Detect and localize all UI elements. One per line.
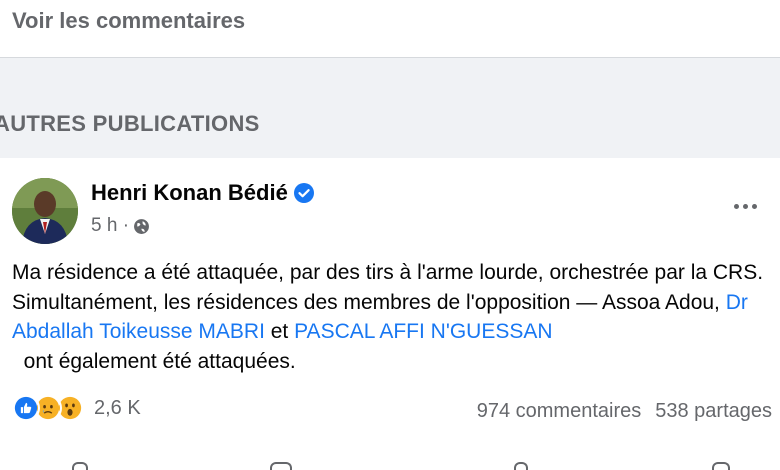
post-text-part: Ma résidence a été attaquée, par des tir… [12,261,764,314]
post-meta: 5 h · [91,215,150,237]
globe-icon [134,218,149,234]
mention-link-affi[interactable]: PASCAL AFFI N'GUESSAN [294,320,552,343]
post-card: Henri Konan Bédié 5 h · Ma résidence a é… [0,158,780,470]
dot-icon [733,203,739,209]
post-time[interactable]: 5 h · [91,215,129,237]
profile-action-icon[interactable] [712,462,730,470]
share-action-icon[interactable] [514,462,528,470]
more-options-button[interactable] [727,194,763,218]
like-action-icon[interactable] [72,462,88,470]
dot-icon [751,203,757,209]
verified-badge-icon [293,183,314,203]
reaction-count: 2,6 K [94,396,141,419]
comments-bar: Voir les commentaires [0,0,780,58]
dot-icon [742,203,748,209]
post-text-part: ont également été attaquées. [12,349,296,373]
author-name[interactable]: Henri Konan Bédié [91,180,288,205]
shares-count[interactable]: 538 partages [655,400,772,423]
comment-action-icon[interactable] [270,462,292,470]
avatar[interactable] [12,178,78,244]
post-stats: 974 commentaires 538 partages [477,400,772,423]
post-text-part: et [264,320,295,343]
action-bar [0,458,780,470]
comments-count[interactable]: 974 commentaires [477,400,642,423]
section-title: AUTRES PUBLICATIONS [0,111,260,136]
post-text: Ma résidence a été attaquée, par des tir… [12,258,772,376]
reactions-summary[interactable]: 2,6 K [12,394,141,422]
post-author[interactable]: Henri Konan Bédié [91,180,314,206]
see-comments-link[interactable]: Voir les commentaires [12,8,245,34]
like-icon [12,394,40,422]
